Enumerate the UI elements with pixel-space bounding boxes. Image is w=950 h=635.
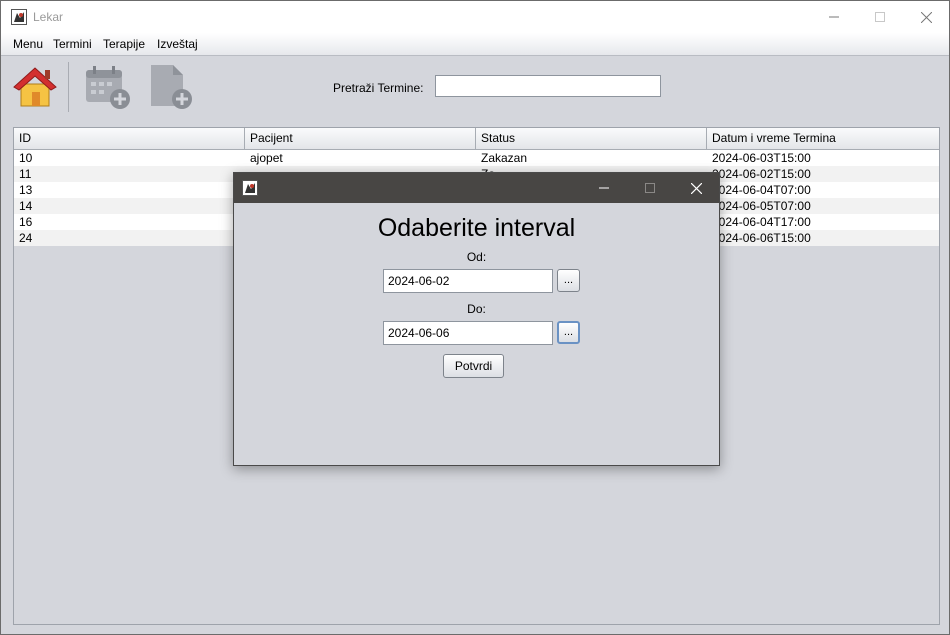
dialog-minimize-button[interactable]	[581, 173, 627, 203]
minimize-icon	[829, 16, 839, 18]
table-cell: 2024-06-02T15:00	[712, 167, 811, 181]
table-cell: 11	[19, 167, 32, 181]
table-cell: 24	[19, 231, 33, 245]
window-title: Lekar	[33, 10, 64, 24]
table-cell: 2024-06-04T07:00	[712, 183, 811, 197]
from-date-field[interactable]: 2024-06-02	[383, 269, 553, 293]
table-cell: 14	[19, 199, 33, 213]
menu-item-menu[interactable]: Menu	[13, 37, 43, 51]
minimize-icon	[599, 187, 609, 189]
search-input[interactable]	[435, 75, 661, 97]
dialog-heading: Odaberite interval	[377, 214, 576, 242]
interval-dialog: Odaberite interval Od: 2024-06-02 ... Do…	[233, 172, 720, 466]
close-icon	[690, 182, 702, 194]
menu-item-terapije[interactable]: Terapije	[103, 37, 145, 51]
dialog-maximize-button[interactable]	[627, 173, 673, 203]
table-cell: 2024-06-05T07:00	[712, 199, 811, 213]
minimize-button[interactable]	[811, 1, 857, 33]
menu-item-termini[interactable]: Termini	[53, 37, 92, 51]
from-date-picker-button[interactable]: ...	[557, 269, 580, 292]
table-cell: 2024-06-03T15:00	[712, 151, 811, 165]
maximize-icon	[645, 183, 655, 193]
title-bar: Lekar	[1, 1, 949, 33]
table-cell: 2024-06-04T17:00	[712, 215, 811, 229]
toolbar-separator	[68, 62, 69, 112]
table-cell: Zakazan	[481, 151, 528, 165]
menu-item-izvestaj[interactable]: Izveštaj	[157, 37, 198, 51]
document-add-icon[interactable]	[147, 62, 195, 110]
close-button[interactable]	[903, 1, 949, 33]
from-label: Od:	[466, 250, 487, 264]
close-icon	[920, 11, 932, 23]
table-cell: 10	[19, 151, 33, 165]
confirm-button[interactable]: Potvrdi	[443, 354, 504, 378]
table-cell: ajopet	[250, 151, 283, 165]
table-cell: 13	[19, 183, 33, 197]
maximize-button[interactable]	[857, 1, 903, 33]
to-date-field[interactable]: 2024-06-06	[383, 321, 553, 345]
table-header: ID Pacijent Status Datum i vreme Termina	[14, 128, 939, 150]
column-header-pacijent[interactable]: Pacijent	[245, 128, 476, 149]
app-icon	[11, 9, 27, 25]
search-label: Pretraži Termine:	[333, 81, 424, 95]
calendar-add-icon[interactable]	[83, 62, 131, 110]
home-icon[interactable]	[11, 62, 59, 110]
to-date-picker-button[interactable]: ...	[557, 321, 580, 344]
column-header-datum[interactable]: Datum i vreme Termina	[707, 128, 939, 149]
table-cell: 16	[19, 215, 33, 229]
app-icon	[242, 180, 258, 196]
maximize-icon	[875, 12, 885, 22]
to-label: Do:	[467, 302, 486, 316]
dialog-title-bar	[234, 173, 719, 203]
column-header-id[interactable]: ID	[14, 128, 245, 149]
column-header-status[interactable]: Status	[476, 128, 707, 149]
menu-bar: Menu Termini Terapije Izveštaj	[1, 33, 949, 56]
table-cell: 2024-06-06T15:00	[712, 231, 811, 245]
main-window: Lekar Menu Termini Terapije Izveštaj Pre…	[0, 0, 950, 635]
table-row[interactable]: 10 ajopet Zakazan 2024-06-03T15:00	[14, 150, 939, 166]
dialog-close-button[interactable]	[673, 173, 719, 203]
